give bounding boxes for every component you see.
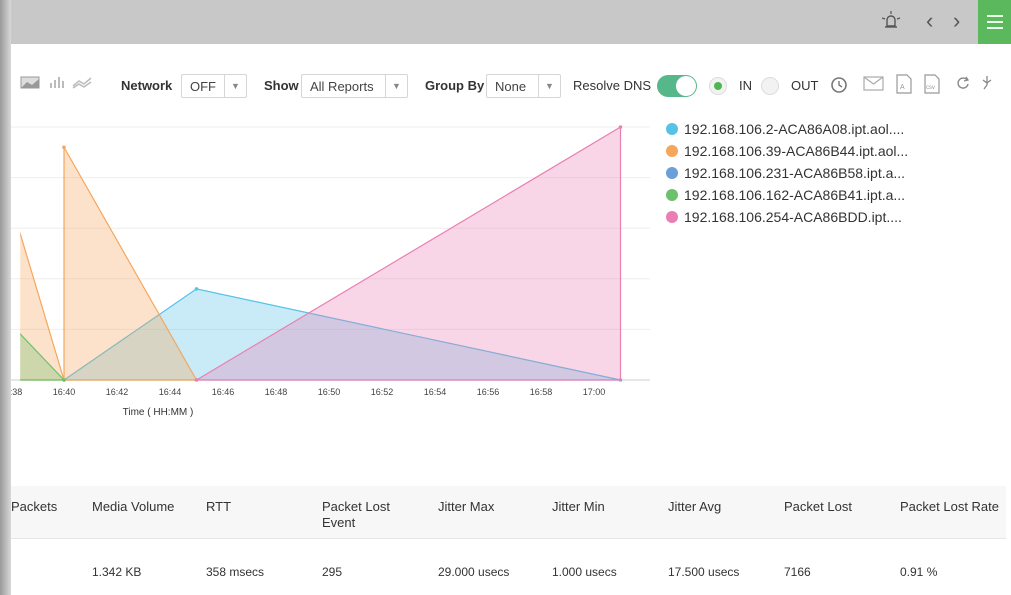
col-header-jitter-avg[interactable]: Jitter Avg [668,499,721,515]
cell-media-volume: 1.342 KB [92,565,142,579]
header-line: Event [322,515,356,530]
x-tick-label: 16:54 [424,387,447,397]
menu-button[interactable] [978,0,1011,44]
series-area-1[interactable] [11,147,197,380]
divider [11,538,1006,539]
col-header-packet-lost-event[interactable]: Packet Lost Event [322,499,390,531]
data-point[interactable] [195,287,199,291]
cell-packet-lost-event: 295 [322,565,343,579]
legend-color-dot [666,189,678,201]
chart-legend: 192.168.106.2-ACA86A08.ipt.aol.... 192.16… [666,118,908,228]
chevron-down-icon: ▼ [224,75,246,97]
resolve-dns-label: Resolve DNS [573,78,652,93]
col-header-packet-lost-rate[interactable]: Packet Lost Rate [900,499,999,515]
x-tick-label: 16:40 [53,387,76,397]
area-chart: 16:38 16:40 16:42 16:44 16:46 16:48 16:50 16:52… [0,110,650,418]
legend-item[interactable]: 192.168.106.231-ACA86B58.ipt.a... [666,162,908,184]
report-toolbar: Network OFF ▼ Show All Reports ▼ Group B… [11,70,1011,102]
series-area-4[interactable] [197,127,621,380]
col-header-packets[interactable]: Packets [11,499,57,515]
bar-chart-icon[interactable] [48,74,66,94]
legend-label: 192.168.106.231-ACA86B58.ipt.a... [684,165,906,181]
refresh-icon[interactable] [955,74,971,96]
x-tick-label: 16:46 [212,387,235,397]
hamburger-icon [986,15,1003,17]
data-point[interactable] [195,378,199,382]
legend-label: 192.168.106.162-ACA86B41.ipt.a... [684,187,906,203]
data-point[interactable] [62,145,66,149]
chart-series [9,125,622,382]
area-chart-icon[interactable] [20,74,40,94]
legend-color-dot [666,123,678,135]
data-point[interactable] [619,125,623,129]
legend-item[interactable]: 192.168.106.2-ACA86A08.ipt.aol.... [666,118,908,140]
legend-color-dot [666,167,678,179]
x-tick-label: 16:48 [265,387,288,397]
network-value: OFF [190,79,216,94]
x-tick-label: 16:50 [318,387,341,397]
alarm-icon[interactable] [880,10,902,37]
legend-color-dot [666,211,678,223]
x-tick-label: 16:52 [371,387,394,397]
chevron-left-icon[interactable]: ‹ [926,8,933,34]
cell-jitter-avg: 17.500 usecs [668,565,740,579]
show-select[interactable]: All Reports ▼ [301,74,408,98]
chevron-down-icon: ▼ [385,75,407,97]
x-tick-label: 16:44 [159,387,182,397]
pdf-icon[interactable]: A [895,74,913,98]
pin-icon[interactable] [979,74,995,96]
network-label: Network [121,78,173,93]
col-header-jitter-max[interactable]: Jitter Max [438,499,494,515]
network-select[interactable]: OFF ▼ [181,74,247,98]
out-label: OUT [791,78,819,93]
header-line: Packet Lost [322,499,390,514]
groupby-select[interactable]: None ▼ [486,74,561,98]
groupby-value: None [495,79,527,94]
cell-rtt: 358 msecs [206,565,265,579]
legend-item[interactable]: 192.168.106.254-ACA86BDD.ipt.... [666,206,908,228]
cell-packet-lost: 7166 [784,565,811,579]
legend-label: 192.168.106.254-ACA86BDD.ipt.... [684,209,902,225]
x-axis: 16:38 16:40 16:42 16:44 16:46 16:48 16:50 16:52… [0,387,605,397]
legend-color-dot [666,145,678,157]
history-icon[interactable] [829,74,849,98]
svg-text:csv: csv [926,85,935,91]
col-header-packet-lost[interactable]: Packet Lost [784,499,852,515]
resolve-dns-toggle[interactable] [657,75,697,97]
svg-text:A: A [900,84,905,91]
line-chart-icon[interactable] [72,74,92,94]
col-header-jitter-min[interactable]: Jitter Min [552,499,605,515]
legend-label: 192.168.106.2-ACA86A08.ipt.aol.... [684,121,905,137]
email-icon[interactable] [863,74,885,96]
in-label: IN [739,78,752,93]
cell-jitter-max: 29.000 usecs [438,565,510,579]
x-axis-label: Time ( HH:MM ) [123,407,194,418]
chevron-right-icon[interactable]: › [953,8,960,34]
x-tick-label: 16:56 [477,387,500,397]
chevron-down-icon: ▼ [538,75,560,97]
x-tick-label: 17:00 [583,387,606,397]
csv-icon[interactable]: csv [923,74,941,98]
in-radio[interactable] [709,77,727,95]
x-tick-label: 16:58 [530,387,553,397]
legend-item[interactable]: 192.168.106.162-ACA86B41.ipt.a... [666,184,908,206]
out-radio[interactable] [761,77,779,95]
show-label: Show [264,78,299,93]
col-header-media-volume[interactable]: Media Volume [92,499,174,515]
cell-jitter-min: 1.000 usecs [552,565,617,579]
left-panel-edge [0,0,11,595]
show-value: All Reports [310,79,374,94]
top-bar: ‹ › [0,0,1011,44]
legend-label: 192.168.106.39-ACA86B44.ipt.aol... [684,143,909,159]
col-header-rtt[interactable]: RTT [206,499,231,515]
groupby-label: Group By [425,78,485,93]
cell-packet-lost-rate: 0.91 % [900,565,938,579]
data-point[interactable] [62,378,66,382]
legend-item[interactable]: 192.168.106.39-ACA86B44.ipt.aol... [666,140,908,162]
x-tick-label: 16:42 [106,387,129,397]
